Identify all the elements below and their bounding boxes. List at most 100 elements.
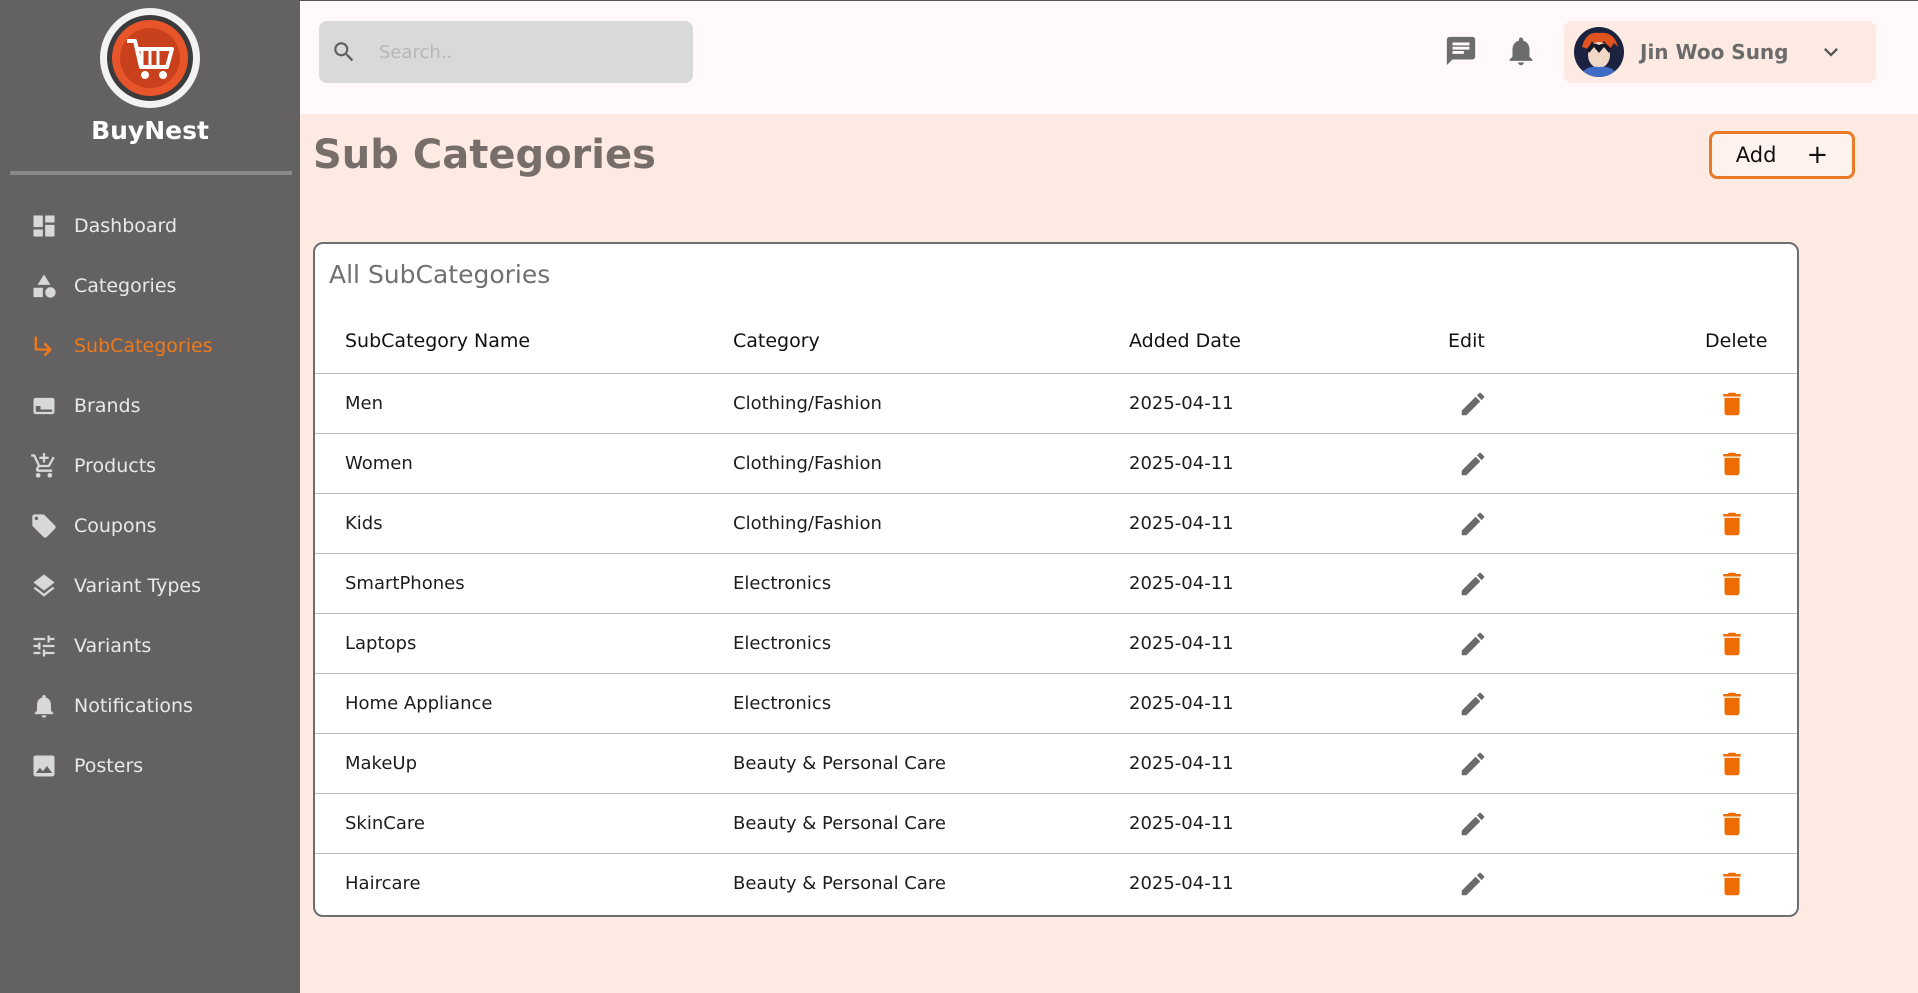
category-cell: Beauty & Personal Care — [733, 813, 946, 834]
sidebar-item-subcategories[interactable]: SubCategories — [0, 316, 300, 376]
brand-card-icon — [30, 392, 58, 420]
sidebar-item-label: Notifications — [74, 695, 193, 717]
sidebar-item-notifications[interactable]: Notifications — [0, 676, 300, 736]
edit-pencil-icon[interactable] — [1458, 809, 1488, 839]
delete-trash-icon[interactable] — [1717, 569, 1747, 599]
edit-pencil-icon[interactable] — [1458, 689, 1488, 719]
category-cell: Electronics — [733, 573, 832, 594]
added-date-cell: 2025-04-11 — [1129, 813, 1234, 834]
brand-name: BuyNest — [91, 116, 209, 145]
sidebar-item-label: Categories — [74, 275, 177, 297]
dashboard-icon — [30, 212, 58, 240]
add-button[interactable]: Add + — [1709, 131, 1855, 179]
tag-icon — [30, 512, 58, 540]
user-menu[interactable]: Jin Woo Sung — [1564, 21, 1876, 83]
sidebar-item-products[interactable]: Products — [0, 436, 300, 496]
edit-pencil-icon[interactable] — [1458, 509, 1488, 539]
added-date-cell: 2025-04-11 — [1129, 393, 1234, 414]
sidebar-item-dashboard[interactable]: Dashboard — [0, 196, 300, 256]
column-header-date: Added Date — [1129, 330, 1241, 352]
subcategory-name-cell: Haircare — [345, 873, 421, 894]
subcategory-name-cell: Women — [345, 453, 413, 474]
bell-icon[interactable] — [1504, 34, 1538, 68]
added-date-cell: 2025-04-11 — [1129, 633, 1234, 654]
delete-trash-icon[interactable] — [1717, 449, 1747, 479]
table-row: Kids Clothing/Fashion 2025-04-11 — [315, 494, 1797, 554]
sidebar-item-posters[interactable]: Posters — [0, 736, 300, 796]
added-date-cell: 2025-04-11 — [1129, 693, 1234, 714]
sidebar-item-label: Dashboard — [74, 215, 178, 237]
sidebar-item-brands[interactable]: Brands — [0, 376, 300, 436]
added-date-cell: 2025-04-11 — [1129, 453, 1234, 474]
add-button-label: Add — [1735, 143, 1777, 167]
search-box[interactable] — [319, 21, 693, 83]
edit-pencil-icon[interactable] — [1458, 749, 1488, 779]
category-cell: Beauty & Personal Care — [733, 753, 946, 774]
subcategory-name-cell: MakeUp — [345, 753, 418, 774]
category-cell: Clothing/Fashion — [733, 453, 882, 474]
image-icon — [30, 752, 58, 780]
delete-trash-icon[interactable] — [1717, 509, 1747, 539]
table-row: Women Clothing/Fashion 2025-04-11 — [315, 434, 1797, 494]
tune-icon — [30, 632, 58, 660]
search-icon — [331, 39, 357, 65]
sidebar-item-coupons[interactable]: Coupons — [0, 496, 300, 556]
subcategory-name-cell: SmartPhones — [345, 573, 465, 594]
sidebar-item-variants[interactable]: Variants — [0, 616, 300, 676]
table-row: SmartPhones Electronics 2025-04-11 — [315, 554, 1797, 614]
chat-icon[interactable] — [1444, 34, 1478, 68]
subcategory-name-cell: Kids — [345, 513, 383, 534]
sidebar-item-label: Products — [74, 455, 157, 477]
subcategory-name-cell: Men — [345, 393, 384, 414]
layers-icon — [30, 572, 58, 600]
table-row: MakeUp Beauty & Personal Care 2025-04-11 — [315, 734, 1797, 794]
column-header-name: SubCategory Name — [345, 330, 531, 352]
table-row: Laptops Electronics 2025-04-11 — [315, 614, 1797, 674]
delete-trash-icon[interactable] — [1717, 809, 1747, 839]
category-cell: Clothing/Fashion — [733, 513, 882, 534]
sidebar-item-label: Coupons — [74, 515, 157, 537]
delete-trash-icon[interactable] — [1717, 689, 1747, 719]
chevron-down-icon[interactable] — [1817, 38, 1845, 66]
edit-pencil-icon[interactable] — [1458, 869, 1488, 899]
sidebar-item-variant-types[interactable]: Variant Types — [0, 556, 300, 616]
category-shapes-icon — [30, 272, 58, 300]
sidebar-item-label: Variants — [74, 635, 152, 657]
delete-trash-icon[interactable] — [1717, 749, 1747, 779]
table-body: Men Clothing/Fashion 2025-04-11 Women Clothi… — [315, 374, 1797, 914]
table-row: Men Clothing/Fashion 2025-04-11 — [315, 374, 1797, 434]
category-cell: Electronics — [733, 693, 832, 714]
sidebar-item-categories[interactable]: Categories — [0, 256, 300, 316]
table-header: SubCategory Name Category Added Date Edi… — [315, 310, 1797, 374]
edit-pencil-icon[interactable] — [1458, 629, 1488, 659]
sidebar-item-label: Variant Types — [74, 575, 201, 597]
delete-trash-icon[interactable] — [1717, 389, 1747, 419]
plus-icon: + — [1806, 140, 1829, 170]
brand-logo-block[interactable]: BuyNest — [0, 8, 300, 145]
column-header-delete: Delete — [1705, 330, 1768, 352]
table-row: Haircare Beauty & Personal Care 2025-04-11 — [315, 854, 1797, 914]
sidebar-item-label: SubCategories — [74, 335, 213, 357]
sidebar-divider — [10, 171, 292, 175]
column-header-category: Category — [733, 330, 820, 352]
subcategories-table-card: All SubCategories SubCategory Name Categ… — [313, 242, 1799, 917]
added-date-cell: 2025-04-11 — [1129, 753, 1234, 774]
category-cell: Clothing/Fashion — [733, 393, 882, 414]
category-cell: Electronics — [733, 633, 832, 654]
added-date-cell: 2025-04-11 — [1129, 513, 1234, 534]
search-input[interactable] — [379, 41, 679, 63]
table-title: All SubCategories — [329, 260, 551, 289]
delete-trash-icon[interactable] — [1717, 869, 1747, 899]
subcategory-name-cell: SkinCare — [345, 813, 425, 834]
avatar — [1574, 27, 1624, 77]
subcategory-name-cell: Home Appliance — [345, 693, 493, 714]
column-header-edit: Edit — [1448, 330, 1485, 352]
edit-pencil-icon[interactable] — [1458, 449, 1488, 479]
edit-pencil-icon[interactable] — [1458, 389, 1488, 419]
shopping-cart-icon — [30, 452, 58, 480]
delete-trash-icon[interactable] — [1717, 629, 1747, 659]
sidebar-item-label: Posters — [74, 755, 144, 777]
subdirectory-arrow-icon — [30, 332, 58, 360]
edit-pencil-icon[interactable] — [1458, 569, 1488, 599]
added-date-cell: 2025-04-11 — [1129, 573, 1234, 594]
